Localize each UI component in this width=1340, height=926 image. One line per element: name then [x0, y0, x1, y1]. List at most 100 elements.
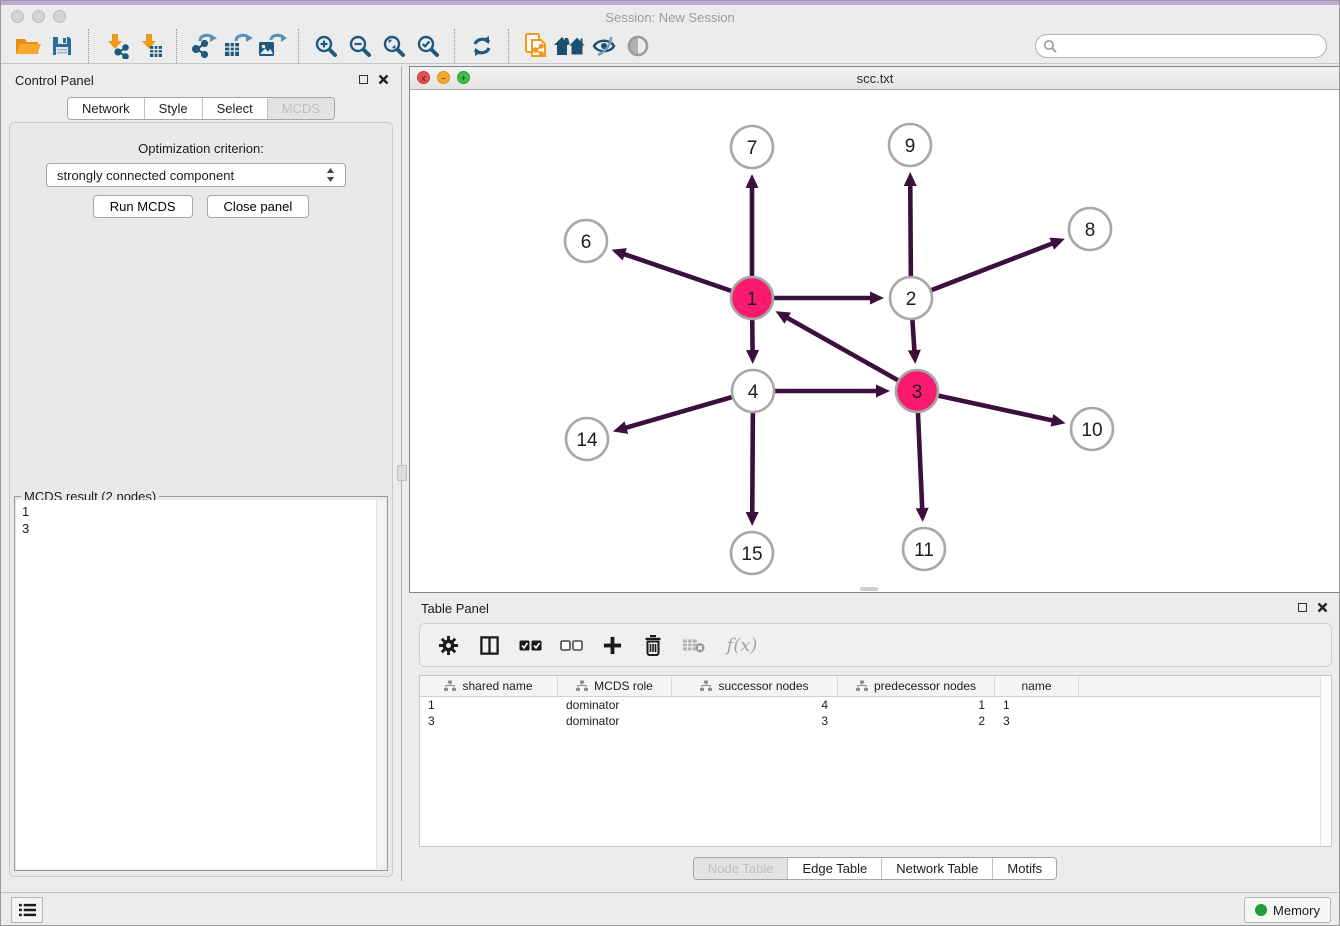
graph-edge-2-8[interactable] [911, 243, 1054, 298]
add-icon [602, 635, 623, 656]
toolbar-separator [298, 29, 300, 63]
export-table-button[interactable] [221, 30, 255, 62]
close-panel-icon[interactable] [1317, 602, 1328, 613]
function-builder-button[interactable]: f(x) [723, 633, 761, 657]
gear-button[interactable] [436, 633, 460, 657]
table-cell[interactable]: 3 [420, 713, 558, 729]
column-header-shared-name[interactable]: shared name [420, 676, 558, 696]
column-header-label: successor nodes [718, 679, 808, 693]
result-scrollbar[interactable] [376, 500, 386, 869]
table-cell[interactable]: dominator [558, 697, 672, 713]
export-image-icon [257, 33, 287, 59]
table-cell[interactable]: 3 [995, 713, 1079, 729]
table-panel: Table Panel [409, 595, 1340, 881]
show-columns-button[interactable] [477, 633, 501, 657]
zoom-out-icon [348, 34, 372, 58]
tab-select[interactable]: Select [202, 98, 267, 119]
select-all-button[interactable] [518, 633, 542, 657]
mcds-result-group: MCDS result (2 nodes) 13 [14, 496, 388, 871]
tab-network-table[interactable]: Network Table [881, 858, 992, 879]
network-horizontal-scrollbar[interactable] [860, 587, 878, 591]
save-session-button[interactable] [45, 30, 79, 62]
network-view-window: x – + scc.txt 7968124314101511 [409, 66, 1340, 593]
table-cell[interactable]: 1 [420, 697, 558, 713]
table-row[interactable]: 1dominator411 [420, 697, 1331, 713]
main-toolbar [1, 29, 1339, 64]
panel-splitter-handle[interactable] [397, 465, 407, 481]
export-table-icon [223, 33, 253, 59]
open-session-button[interactable] [11, 30, 45, 62]
delete-column-button[interactable] [641, 633, 665, 657]
table-cell[interactable]: 3 [672, 713, 838, 729]
mcds-buttons-row: Run MCDS Close panel [10, 195, 392, 218]
zoom-selected-button[interactable] [411, 30, 445, 62]
control-panel-window-buttons [359, 74, 389, 85]
graph-edge-3-1[interactable] [786, 317, 917, 391]
graph-edge-arrowhead [1051, 414, 1066, 427]
delete-table-icon [682, 636, 706, 654]
column-header-name[interactable]: name [995, 676, 1079, 696]
table-cell[interactable]: dominator [558, 713, 672, 729]
graph-edge-arrowhead [916, 508, 929, 522]
zoom-out-button[interactable] [343, 30, 377, 62]
tab-edge-table[interactable]: Edge Table [787, 858, 881, 879]
optimization-criterion-label: Optimization criterion: [10, 141, 392, 156]
float-panel-icon[interactable] [1298, 603, 1307, 612]
table-cell[interactable]: 1 [995, 697, 1079, 713]
hierarchy-icon [444, 680, 456, 692]
window-title: Session: New Session [1, 10, 1339, 25]
tab-mcds[interactable]: MCDS [267, 98, 334, 119]
import-table-button[interactable] [133, 30, 167, 62]
float-panel-icon[interactable] [359, 75, 368, 84]
graph-node-label: 15 [741, 544, 762, 565]
graph-edge-arrowhead [904, 172, 917, 186]
memory-status-icon [1255, 904, 1267, 916]
mcds-result-line: 1 [16, 500, 386, 520]
graph-node-label: 1 [747, 289, 758, 310]
delete-table-button[interactable] [682, 633, 706, 657]
run-mcds-button[interactable]: Run MCDS [93, 195, 193, 218]
graph-edge-arrowhead [876, 385, 890, 398]
tab-network[interactable]: Network [68, 98, 144, 119]
export-network-button[interactable] [187, 30, 221, 62]
column-header-MCDS-role[interactable]: MCDS role [558, 676, 672, 696]
import-network-icon [103, 33, 129, 59]
table-cell[interactable]: 1 [838, 697, 995, 713]
column-header-successor-nodes[interactable]: successor nodes [672, 676, 838, 696]
import-network-button[interactable] [99, 30, 133, 62]
zoom-fit-button[interactable] [377, 30, 411, 62]
close-panel-icon[interactable] [378, 74, 389, 85]
mcds-tab-content: Optimization criterion: strongly connect… [9, 122, 393, 877]
table-cell[interactable]: 2 [838, 713, 995, 729]
table-row[interactable]: 3dominator323 [420, 713, 1331, 729]
column-header-label: MCDS role [594, 679, 653, 693]
export-image-button[interactable] [255, 30, 289, 62]
tab-node-table[interactable]: Node Table [694, 858, 788, 879]
function-builder-icon: f(x) [727, 635, 758, 656]
toolbar-separator [88, 29, 90, 63]
graph-node-label: 2 [906, 289, 917, 310]
zoom-in-button[interactable] [309, 30, 343, 62]
duplicate-network-icon [522, 32, 550, 60]
refresh-button[interactable] [465, 30, 499, 62]
search-input[interactable] [1035, 34, 1327, 58]
tab-motifs[interactable]: Motifs [992, 858, 1056, 879]
duplicate-network-button[interactable] [519, 30, 553, 62]
add-column-button[interactable] [600, 633, 624, 657]
close-panel-button[interactable]: Close panel [207, 195, 310, 218]
home-button[interactable] [553, 30, 587, 62]
eye-button[interactable] [621, 30, 655, 62]
tab-style[interactable]: Style [144, 98, 202, 119]
optimization-criterion-select[interactable]: strongly connected component [46, 163, 346, 187]
hide-panel-button[interactable] [587, 30, 621, 62]
table-cell[interactable]: 4 [672, 697, 838, 713]
deselect-all-button[interactable] [559, 633, 583, 657]
mcds-result-line: 3 [16, 520, 386, 537]
graph-edge-arrowhead [908, 350, 921, 364]
task-history-button[interactable] [11, 897, 43, 923]
column-header-predecessor-nodes[interactable]: predecessor nodes [838, 676, 995, 696]
table-scrollbar[interactable] [1320, 676, 1331, 846]
graph-edge-arrowhead [613, 421, 628, 433]
memory-button[interactable]: Memory [1244, 897, 1331, 923]
network-canvas[interactable]: 7968124314101511 [410, 90, 1339, 592]
